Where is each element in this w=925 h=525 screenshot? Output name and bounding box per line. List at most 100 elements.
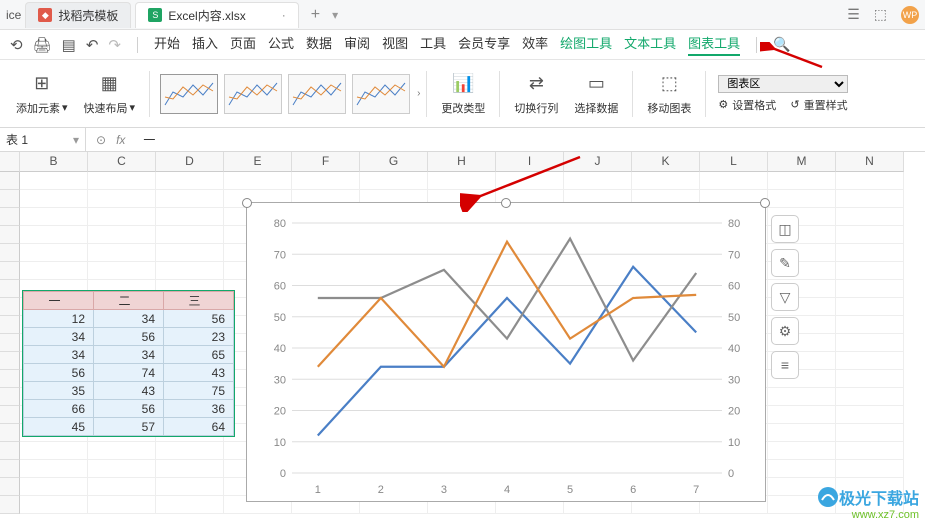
chart-styles-button[interactable]: ✎ xyxy=(771,249,799,277)
chart-filter-button[interactable]: ▽ xyxy=(771,283,799,311)
formula-value[interactable]: 一 xyxy=(135,131,155,148)
svg-text:7: 7 xyxy=(693,484,699,496)
chart-settings-button[interactable]: ⚙ xyxy=(771,317,799,345)
ribbon-menu-bar: ⟲ 🖨 ▤ ↶ ↷ 开始 插入 页面 公式 数据 审阅 视图 工具 会员专享 效… xyxy=(0,30,925,60)
table-header: 三 xyxy=(164,292,234,310)
chevron-down-icon: ▾ xyxy=(130,101,136,114)
column-header[interactable]: G xyxy=(360,152,428,172)
table-cell: 74 xyxy=(94,364,164,382)
chart-style-thumb[interactable] xyxy=(160,74,218,114)
table-cell: 45 xyxy=(24,418,94,436)
chart-style-thumb[interactable] xyxy=(352,74,410,114)
chart-area-select[interactable]: 图表区 xyxy=(718,75,847,93)
menu-page[interactable]: 页面 xyxy=(230,33,256,56)
table-cell: 56 xyxy=(24,364,94,382)
close-icon[interactable]: · xyxy=(282,8,286,22)
menu-start[interactable]: 开始 xyxy=(154,33,180,56)
quick-layout-button[interactable]: ▦ 快速布局▾ xyxy=(76,72,144,116)
column-header[interactable]: H xyxy=(428,152,496,172)
table-cell: 34 xyxy=(94,346,164,364)
back-icon[interactable]: ⟲ xyxy=(10,36,23,54)
undo-icon[interactable]: ↶ xyxy=(86,36,99,54)
svg-text:10: 10 xyxy=(274,437,286,449)
column-header[interactable]: F xyxy=(292,152,360,172)
column-header[interactable]: K xyxy=(632,152,700,172)
menu-data[interactable]: 数据 xyxy=(306,33,332,56)
reset-style-icon: ↺ xyxy=(790,98,799,111)
table-cell: 35 xyxy=(24,382,94,400)
menu-text-tools[interactable]: 文本工具 xyxy=(624,33,676,56)
switch-rowcol-button[interactable]: ⇄ 切换行列 xyxy=(506,72,566,116)
fx-icon[interactable]: fx xyxy=(116,133,125,147)
name-box[interactable]: 表 1▾ xyxy=(0,128,86,151)
search-icon[interactable]: 🔍 xyxy=(773,36,790,53)
column-header[interactable]: L xyxy=(700,152,768,172)
print-icon[interactable]: 🖨 xyxy=(33,36,52,54)
resize-handle[interactable] xyxy=(501,198,511,208)
svg-text:6: 6 xyxy=(630,484,636,496)
menu-draw-tools[interactable]: 绘图工具 xyxy=(560,33,612,56)
change-type-button[interactable]: 📊 更改类型 xyxy=(433,72,493,116)
menu-member[interactable]: 会员专享 xyxy=(458,33,510,56)
menu-insert[interactable]: 插入 xyxy=(192,33,218,56)
column-header[interactable]: J xyxy=(564,152,632,172)
change-type-icon: 📊 xyxy=(451,72,475,96)
svg-text:20: 20 xyxy=(728,406,740,418)
tab-workbook[interactable]: S Excel内容.xlsx · xyxy=(135,2,298,28)
formula-bar: 表 1▾ ⊙ fx 一 xyxy=(0,128,925,152)
add-tab-button[interactable]: + xyxy=(303,6,328,24)
move-chart-button[interactable]: ⬚ 移动图表 xyxy=(639,72,699,116)
menu-tools[interactable]: 工具 xyxy=(420,33,446,56)
table-cell: 64 xyxy=(164,418,234,436)
table-cell: 43 xyxy=(94,382,164,400)
column-header[interactable]: C xyxy=(88,152,156,172)
gallery-chevron-icon[interactable]: › xyxy=(414,88,420,99)
redo-icon[interactable]: ↷ xyxy=(108,36,121,54)
cube-icon[interactable]: ⬚ xyxy=(874,6,887,24)
column-header[interactable]: N xyxy=(836,152,904,172)
menu-view[interactable]: 视图 xyxy=(382,33,408,56)
menu-tabs: 开始 插入 页面 公式 数据 审阅 视图 工具 会员专享 效率 绘图工具 文本工… xyxy=(154,33,740,56)
table-cell: 34 xyxy=(24,328,94,346)
column-header[interactable]: M xyxy=(768,152,836,172)
column-header[interactable]: D xyxy=(156,152,224,172)
chart-adjust-button[interactable]: ≡ xyxy=(771,351,799,379)
column-header[interactable]: I xyxy=(496,152,564,172)
menu-formula[interactable]: 公式 xyxy=(268,33,294,56)
chart-object[interactable]: 0010102020303040405050606070708080123456… xyxy=(246,202,766,502)
add-element-button[interactable]: ⊞ 添加元素▾ xyxy=(8,72,76,116)
menu-chart-tools[interactable]: 图表工具 xyxy=(688,33,740,56)
svg-text:60: 60 xyxy=(728,281,740,293)
format-group: 图表区 ⚙设置格式 ↺重置样式 xyxy=(712,75,853,113)
resize-handle[interactable] xyxy=(242,198,252,208)
spreadsheet-grid[interactable]: BCDEFGHIJKLMN 一二三12345634562334346556744… xyxy=(0,152,925,519)
table-header: 二 xyxy=(94,292,164,310)
set-format-button[interactable]: 设置格式 xyxy=(732,97,776,113)
table-cell: 43 xyxy=(164,364,234,382)
svg-text:2: 2 xyxy=(378,484,384,496)
column-header[interactable]: B xyxy=(20,152,88,172)
resize-handle[interactable] xyxy=(760,198,770,208)
data-table-selection[interactable]: 一二三1234563456233434655674433543756656364… xyxy=(22,290,235,437)
add-element-label: 添加元素 xyxy=(16,100,60,116)
fire-icon: ◆ xyxy=(38,8,52,22)
zoom-icon[interactable]: ⊙ xyxy=(96,133,106,147)
chart-style-thumb[interactable] xyxy=(224,74,282,114)
tab-dropdown-icon[interactable]: ▾ xyxy=(332,8,338,22)
menu-efficiency[interactable]: 效率 xyxy=(522,33,548,56)
table-cell: 57 xyxy=(94,418,164,436)
chart-style-thumb[interactable] xyxy=(288,74,346,114)
table-cell: 34 xyxy=(24,346,94,364)
preview-icon[interactable]: ▤ xyxy=(62,36,76,54)
select-data-button[interactable]: ▭ 选择数据 xyxy=(566,72,626,116)
menu-review[interactable]: 审阅 xyxy=(344,33,370,56)
watermark: 极光下载站 www.xz7.com xyxy=(817,485,919,521)
tab-templates[interactable]: ◆ 找稻壳模板 xyxy=(25,2,131,28)
reset-style-button[interactable]: 重置样式 xyxy=(804,97,848,113)
chart-elements-button[interactable]: ◫ xyxy=(771,215,799,243)
avatar[interactable]: WP xyxy=(901,6,919,24)
table-cell: 36 xyxy=(164,400,234,418)
column-header[interactable]: E xyxy=(224,152,292,172)
table-cell: 56 xyxy=(164,310,234,328)
menu-icon[interactable]: ☰ xyxy=(847,6,860,24)
